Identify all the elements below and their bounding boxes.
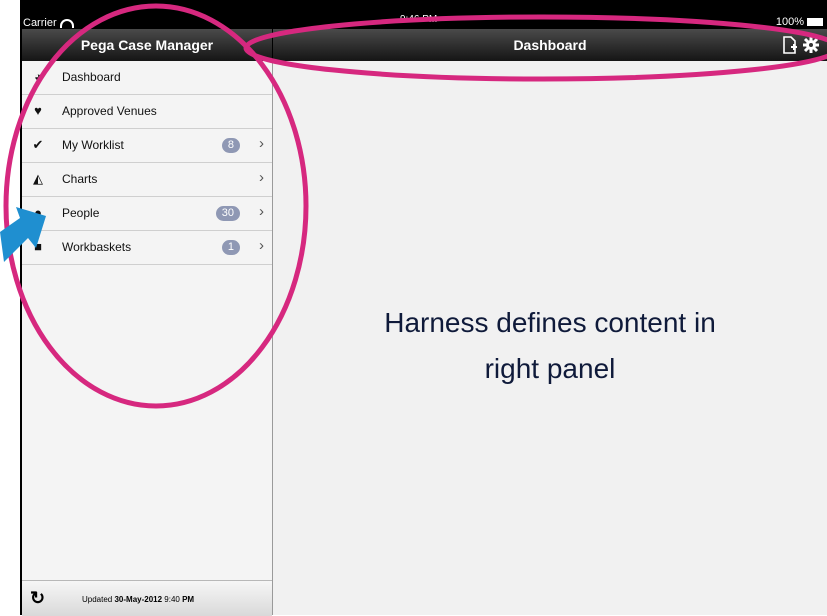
highlight-ellipse-sidebar [3, 3, 309, 409]
highlight-ellipse-header [243, 14, 827, 82]
annotation-overlay [0, 3, 827, 409]
